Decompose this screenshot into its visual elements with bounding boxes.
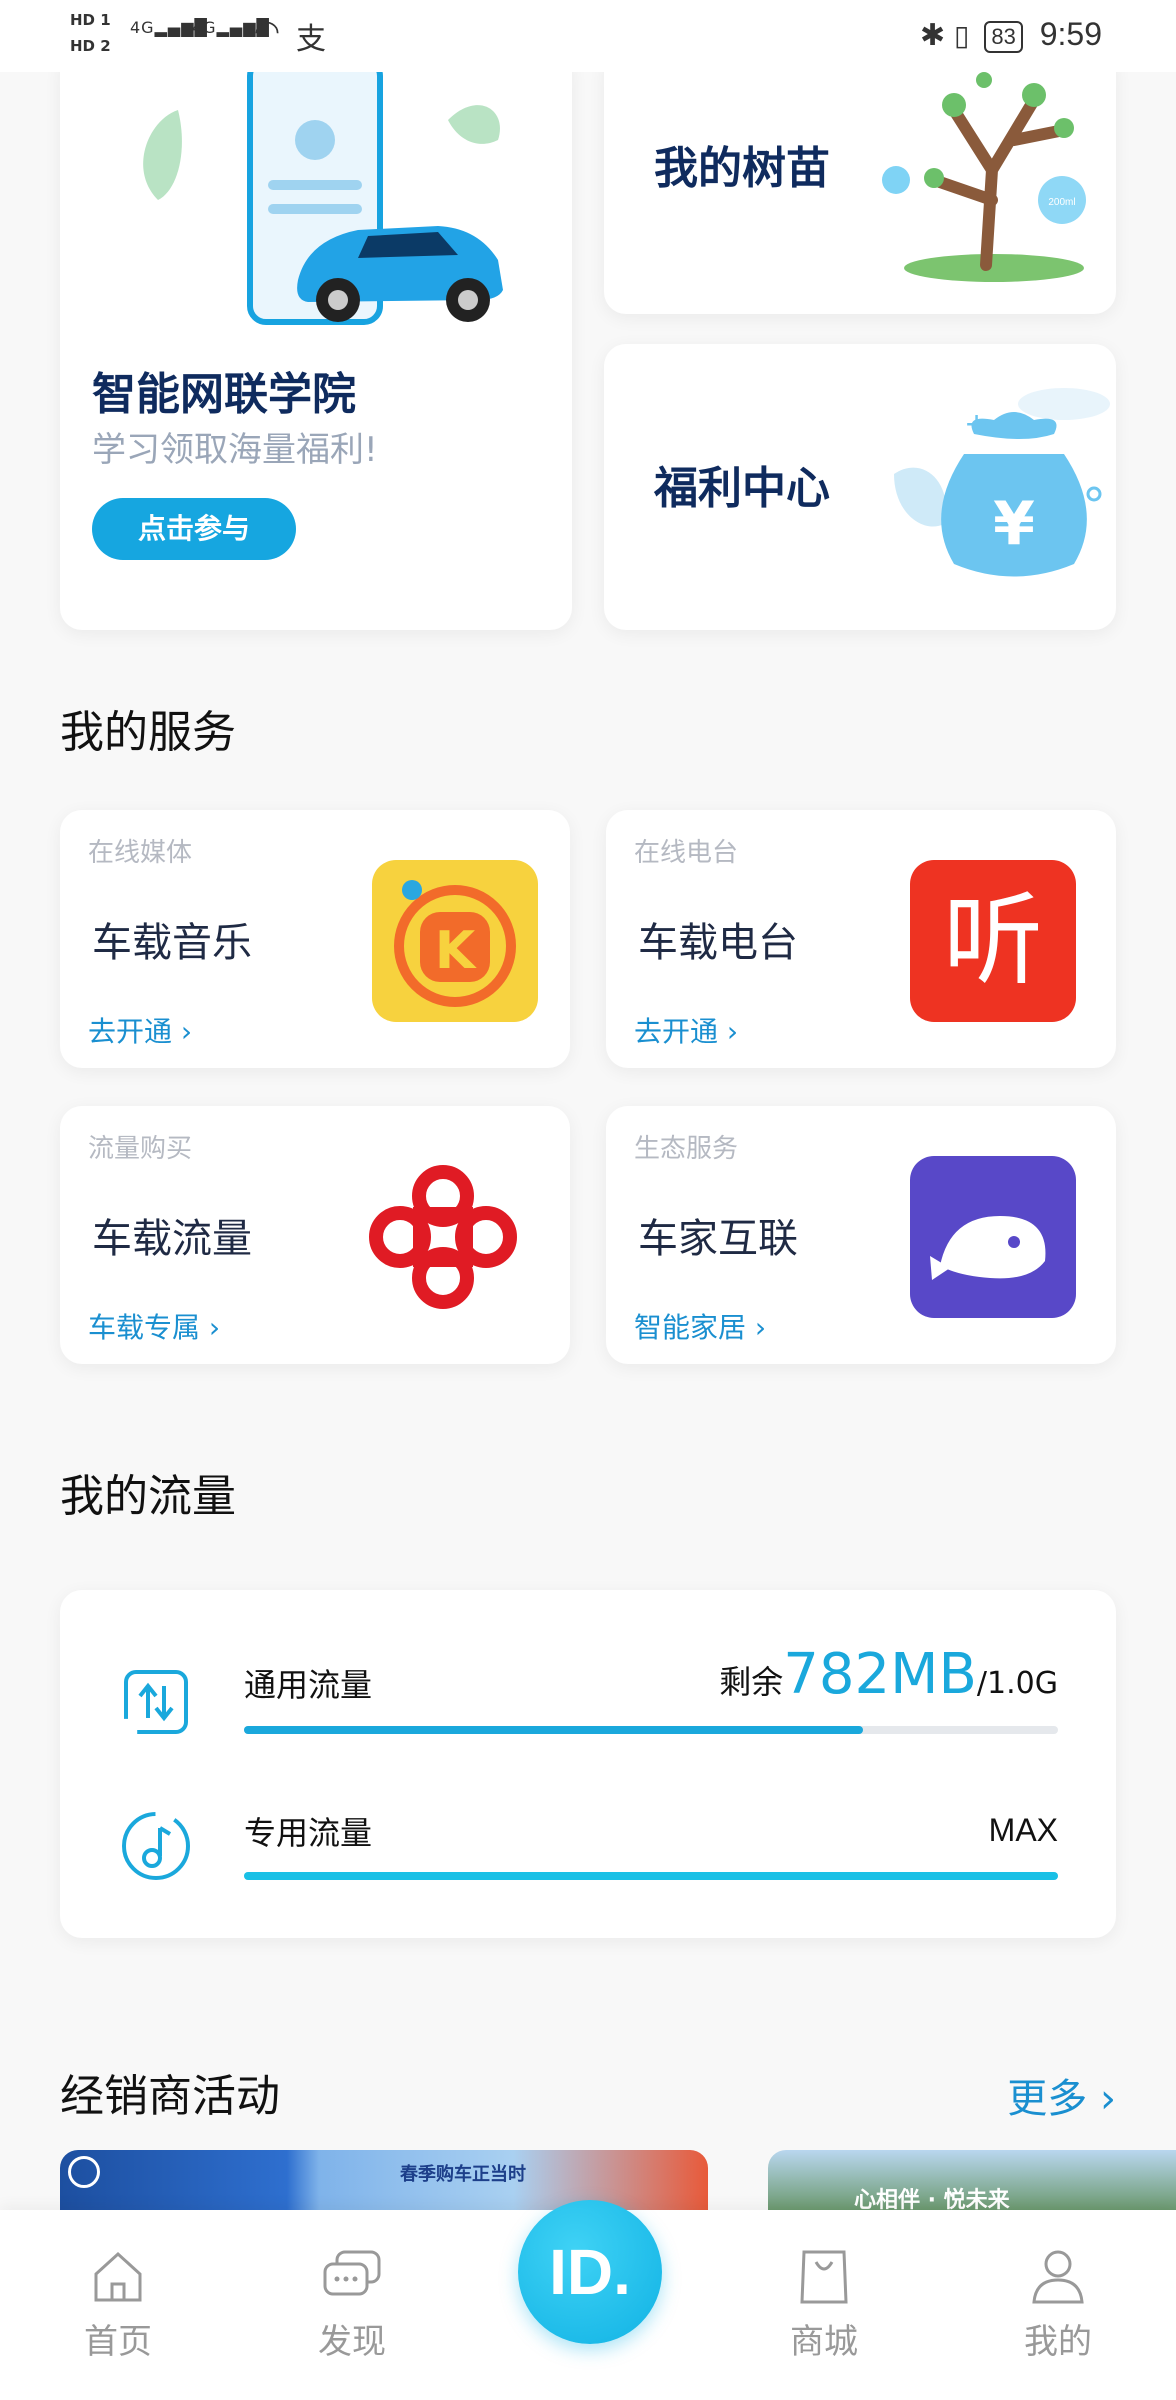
tree-illustration: 200ml (882, 72, 1086, 282)
more-link[interactable]: 更多 › (1007, 2066, 1116, 2124)
clock: 9:59 (1039, 16, 1102, 52)
sim-indicators: HD 1 HD 2 (70, 10, 118, 62)
service-link[interactable]: 去开通 › (88, 1010, 192, 1050)
academy-title: 智能网联学院 (92, 369, 356, 420)
general-data-bar (244, 1726, 1058, 1734)
service-card-radio[interactable]: 在线电台 车载电台 去开通 › 听 (606, 810, 1116, 1068)
chevron-right-icon: › (208, 1311, 221, 1344)
dedicated-data-bar-fill (244, 1872, 1058, 1880)
dedicated-data-label: 专用流量 (244, 1814, 373, 1852)
whale-home-icon (910, 1156, 1076, 1318)
join-button[interactable]: 点击参与 (92, 498, 296, 560)
service-link-label: 车载专属 (88, 1311, 201, 1344)
service-name: 车载电台 (638, 920, 798, 966)
ting-radio-icon: 听 (910, 860, 1076, 1022)
signal-1-label: 4G (130, 18, 155, 37)
status-bar: HD 1 HD 2 4G▂▄▆█ 4G▂▄▆█ ◠ 支 ✱ ▯ 83 9:59 (0, 0, 1176, 72)
chat-bubble-icon (323, 2250, 381, 2296)
vw-logo-icon (68, 2156, 100, 2188)
nav-discover[interactable]: 发现 (292, 2246, 412, 2363)
remaining-amount: 782MB (783, 1642, 977, 1707)
data-usage-card[interactable]: 通用流量 剩余782MB/1.0G 专用流量 MAX (60, 1590, 1116, 1938)
bottom-nav: 首页 发现 ID. 商城 我的 (0, 2200, 1176, 2400)
water-badge: 200ml (1048, 197, 1075, 208)
service-name: 车载流量 (92, 1216, 252, 1262)
service-link[interactable]: 车载专属 › (88, 1306, 220, 1346)
academy-card[interactable]: 智能网联学院 学习领取海量福利! 点击参与 (60, 50, 572, 630)
dealer-section-title: 经销商活动 (60, 2071, 280, 2122)
academy-subtitle: 学习领取海量福利! (92, 430, 378, 470)
service-name: 车家互联 (638, 1216, 798, 1262)
status-right: ✱ ▯ 83 9:59 (920, 16, 1102, 53)
service-card-data[interactable]: 流量购买 车载流量 车载专属 › (60, 1106, 570, 1364)
chevron-right-icon: › (180, 1015, 193, 1048)
dedicated-data-value: MAX (988, 1812, 1058, 1848)
service-category: 流量购买 (88, 1134, 193, 1164)
more-link-label: 更多 (1007, 2076, 1088, 2122)
nav-home-label: 首页 (84, 2322, 152, 2362)
service-link-label: 去开通 (88, 1015, 173, 1048)
yuan-symbol: ¥ (993, 489, 1035, 559)
total-amount: /1.0G (976, 1666, 1058, 1701)
home-icon (94, 2251, 142, 2302)
hd2-badge: HD 2 (70, 37, 111, 55)
service-card-music[interactable]: 在线媒体 车载音乐 去开通 › K (60, 810, 570, 1068)
nav-discover-label: 发现 (318, 2322, 386, 2362)
chevron-right-icon: › (1100, 2076, 1116, 2122)
money-bag-icon: ¥ + (894, 388, 1110, 577)
shopping-bag-icon (800, 2250, 848, 2304)
data-transfer-icon (124, 1670, 188, 1734)
alipay-icon: 支 (296, 22, 327, 57)
service-name: 车载音乐 (92, 920, 252, 966)
service-card-home[interactable]: 生态服务 车家互联 智能家居 › (606, 1106, 1116, 1364)
service-link[interactable]: 智能家居 › (634, 1306, 766, 1346)
wifi-icon: ◠ (254, 14, 282, 49)
remaining-prefix: 剩余 (719, 1663, 784, 1701)
welfare-title: 福利中心 (654, 463, 830, 514)
nav-mine[interactable]: 我的 (998, 2246, 1118, 2363)
service-link[interactable]: 去开通 › (634, 1010, 738, 1050)
bluetooth-icon: ✱ (920, 19, 946, 52)
service-link-label: 去开通 (634, 1015, 719, 1048)
hd1-badge: HD 1 (70, 11, 111, 29)
nav-home[interactable]: 首页 (58, 2246, 178, 2363)
phone-car-illustration (143, 57, 503, 325)
service-category: 在线电台 (634, 838, 739, 868)
sapling-card[interactable]: 我的树苗 200ml (604, 50, 1116, 314)
battery-icon: 83 (984, 20, 1023, 53)
china-unicom-icon (360, 1156, 526, 1318)
id-center-button[interactable]: ID. (518, 2200, 662, 2344)
services-section-title: 我的服务 (60, 707, 236, 758)
general-data-bar-fill (244, 1726, 863, 1734)
signal-2-label: 4G (192, 18, 217, 37)
svg-text:K: K (435, 921, 477, 981)
welfare-card[interactable]: 福利中心 ¥ + (604, 344, 1116, 630)
data-section-title: 我的流量 (60, 1471, 236, 1522)
svg-text:+: + (964, 407, 989, 442)
banner-1-text: 春季购车正当时 (400, 2164, 526, 2185)
chevron-right-icon: › (726, 1015, 739, 1048)
service-category: 生态服务 (634, 1134, 739, 1164)
general-data-remaining: 剩余782MB/1.0G (719, 1642, 1058, 1707)
service-category: 在线媒体 (88, 838, 193, 868)
chevron-right-icon: › (754, 1311, 767, 1344)
dedicated-data-bar (244, 1872, 1058, 1880)
general-data-label: 通用流量 (244, 1666, 373, 1704)
kugou-music-icon: K (372, 860, 538, 1022)
nav-shop-label: 商城 (790, 2322, 858, 2362)
music-note-icon (122, 1812, 190, 1880)
nav-mine-label: 我的 (1024, 2322, 1092, 2362)
service-link-label: 智能家居 (634, 1311, 747, 1344)
sapling-title: 我的树苗 (654, 143, 830, 194)
vibrate-icon: ▯ (954, 20, 970, 51)
nav-shop[interactable]: 商城 (764, 2246, 884, 2363)
user-icon (1032, 2250, 1084, 2304)
